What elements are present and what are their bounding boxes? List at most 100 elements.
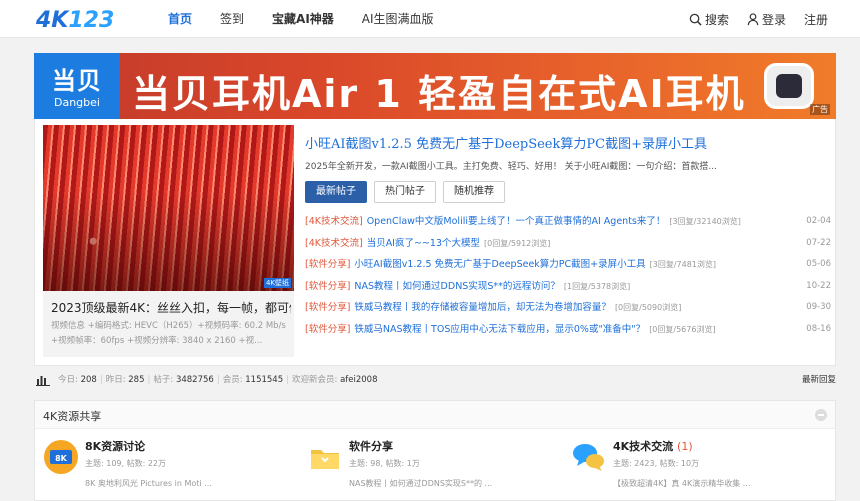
post-title[interactable]: 铁威马NAS教程丨TOS应用中心无法下载应用，显示0%或"准备中"？ bbox=[354, 324, 645, 335]
search-icon bbox=[689, 13, 702, 26]
stats-items: 今日: 208 | 昨日: 285 | 帖子: 3482756 | 会员: 1151545 |… bbox=[58, 375, 378, 385]
post-tabs: 最新帖子 热门帖子 随机推荐 bbox=[305, 181, 512, 203]
post-date: 08-16 bbox=[806, 323, 831, 334]
post-meta: [1回复/5378浏览] bbox=[563, 281, 631, 291]
header-actions: 搜索 登录 注册 bbox=[671, 0, 828, 38]
featured-tag: 4K壁纸 bbox=[263, 278, 291, 288]
forum-last-post[interactable]: NAS教程丨如何通过DDNS实现S**的 ... bbox=[349, 478, 492, 489]
post-date: 10-22 bbox=[806, 280, 831, 291]
forum-item-8k[interactable]: 8K 8K资源讨论 主题: 109, 帖数: 22万 8K 奥地利风光 Pict… bbox=[35, 435, 297, 495]
earbuds-case-icon bbox=[764, 63, 814, 109]
svg-text:8K: 8K bbox=[55, 454, 68, 463]
post-meta: [0回复/5912浏览] bbox=[484, 238, 551, 248]
post-meta: [0回复/5676浏览] bbox=[649, 324, 716, 334]
latest-reply-link[interactable]: 最新回复 bbox=[802, 371, 836, 389]
list-item: [软件分享] 铁威马教程丨我的存储被容量增加后，却无法为卷增加容量？ [0回复/50… bbox=[305, 297, 831, 319]
list-item: [软件分享] 铁威马NAS教程丨TOS应用中心无法下载应用，显示0%或"准备中"？… bbox=[305, 319, 831, 341]
post-date: 09-30 bbox=[806, 302, 831, 313]
forum-meta: 主题: 98, 帖数: 1万 bbox=[349, 459, 420, 468]
8k-badge-icon: 8K bbox=[44, 440, 78, 474]
newest-member-link[interactable]: afei2008 bbox=[340, 375, 377, 385]
user-icon bbox=[747, 12, 759, 25]
post-meta: [3回复/32140浏览] bbox=[669, 217, 741, 226]
stat-today: 208 bbox=[80, 375, 97, 385]
forum-meta: 主题: 109, 帖数: 22万 bbox=[85, 459, 167, 468]
stat-posts: 3482756 bbox=[175, 375, 214, 385]
post-title[interactable]: 铁威马教程丨我的存储被容量增加后，却无法为卷增加容量？ bbox=[354, 302, 611, 313]
post-category[interactable]: [4K技术交流] bbox=[305, 238, 363, 249]
register-label: 注册 bbox=[803, 12, 828, 27]
featured-card[interactable]: 4K壁纸 2023顶级最新4K：丝丝入扣，每一帧，都可做 视频信息 +编码格式:… bbox=[43, 125, 294, 357]
tab-hot[interactable]: 热门帖子 bbox=[374, 181, 436, 203]
nav-ai-image[interactable]: AI生图满血版 bbox=[362, 0, 434, 38]
forum-name[interactable]: 4K技术交流 (1) bbox=[613, 438, 693, 454]
forum-item-4k-tech[interactable]: 4K技术交流 (1) 主题: 2423, 帖数: 10万 【极致超清4K】真 4… bbox=[563, 435, 825, 495]
nav-home[interactable]: 首页 bbox=[168, 0, 192, 38]
stat-members-label: 会员: bbox=[222, 375, 243, 385]
featured-desc: 视频信息 +编码格式: HEVC（H265）+视频码率: 60.2 Mb/s +… bbox=[51, 321, 286, 346]
post-category[interactable]: [软件分享] bbox=[305, 281, 350, 292]
featured-image[interactable]: 4K壁纸 bbox=[43, 125, 294, 291]
top-header: 4K123 首页 签到 宝藏AI神器 AI生图满血版 搜索 登录 注册 bbox=[0, 0, 860, 38]
list-item: [4K技术交流] OpenClaw中文版Molili要上线了！一个真正做事情的AI… bbox=[305, 211, 831, 233]
banner-title: 当贝耳机Air 1 轻盈自在式AI耳机 bbox=[132, 72, 746, 116]
tab-latest[interactable]: 最新帖子 bbox=[305, 181, 367, 203]
section-title[interactable]: 4K资源共享 bbox=[43, 408, 101, 424]
forum-stats: 今日: 208 | 昨日: 285 | 帖子: 3482756 | 会员: 1151545 |… bbox=[34, 371, 836, 389]
stat-posts-label: 帖子: bbox=[153, 375, 174, 385]
register-link[interactable]: 注册 bbox=[804, 11, 828, 28]
forum-item-software[interactable]: 软件分享 主题: 98, 帖数: 1万 NAS教程丨如何通过DDNS实现S**的… bbox=[299, 435, 561, 495]
nav-checkin[interactable]: 签到 bbox=[220, 0, 244, 38]
headline-desc: 2025年全新开发，一款AI截图小工具。主打免费、轻巧、好用！ 关于小旺AI截图… bbox=[305, 162, 717, 172]
list-item: [软件分享] NAS教程丨如何通过DDNS实现S**的远程访问？ [1回复/5378… bbox=[305, 276, 831, 298]
brand-logo: 当贝 Dangbei bbox=[34, 53, 120, 119]
forum-name[interactable]: 8K资源讨论 bbox=[85, 438, 145, 454]
post-title[interactable]: NAS教程丨如何通过DDNS实现S**的远程访问？ bbox=[354, 281, 559, 292]
stat-members: 1151545 bbox=[245, 375, 284, 385]
headline-title[interactable]: 小旺AI截图v1.2.5 免费无广基于DeepSeek算力PC截图+录屏小工具 bbox=[305, 133, 707, 152]
bar-chart-icon bbox=[36, 376, 50, 386]
ad-label: 广告 bbox=[810, 104, 830, 115]
search-link[interactable]: 搜索 bbox=[689, 11, 729, 28]
collapse-icon[interactable] bbox=[815, 409, 827, 421]
post-meta: [3回复/7481浏览] bbox=[649, 260, 717, 270]
brand-cn: 当贝 bbox=[52, 67, 102, 95]
post-category[interactable]: [4K技术交流] bbox=[305, 216, 363, 227]
forum-last-post[interactable]: 8K 奥地利风光 Pictures in Moti ... bbox=[85, 478, 212, 489]
resource-section: 4K资源共享 8K 8K资源讨论 主题: 109, 帖数: 22万 8K 奥地利… bbox=[34, 400, 836, 501]
list-item: [软件分享] 小旺AI截图v1.2.5 免费无广基于DeepSeek算力PC截图+… bbox=[305, 254, 831, 276]
forum-last-post[interactable]: 【极致超清4K】真 4K演示精华收集 ... bbox=[613, 478, 750, 489]
post-title[interactable]: 小旺AI截图v1.2.5 免费无广基于DeepSeek算力PC截图+录屏小工具 bbox=[354, 259, 645, 270]
list-item: [4K技术交流] 当贝AI疯了~~13个大模型 [0回复/5912浏览] 07-22 bbox=[305, 233, 831, 255]
post-meta: [0回复/5090浏览] bbox=[614, 303, 682, 313]
content-panel: 4K壁纸 2023顶级最新4K：丝丝入扣，每一帧，都可做 视频信息 +编码格式:… bbox=[34, 119, 836, 366]
folder-icon bbox=[311, 450, 339, 469]
post-title[interactable]: OpenClaw中文版Molili要上线了！一个真正做事情的AI Agents来… bbox=[367, 216, 666, 227]
stat-welcome-label: 欢迎新会员: bbox=[292, 375, 338, 385]
post-list: [4K技术交流] OpenClaw中文版Molili要上线了！一个真正做事情的AI… bbox=[305, 211, 831, 341]
post-category[interactable]: [软件分享] bbox=[305, 324, 350, 335]
post-category[interactable]: [软件分享] bbox=[305, 302, 350, 313]
login-link[interactable]: 登录 bbox=[747, 11, 786, 28]
post-category[interactable]: [软件分享] bbox=[305, 259, 350, 270]
tab-random[interactable]: 随机推荐 bbox=[443, 181, 505, 203]
ad-banner[interactable]: 当贝 Dangbei 当贝耳机Air 1 轻盈自在式AI耳机 广告 bbox=[34, 53, 836, 119]
site-logo[interactable]: 4K123 bbox=[36, 8, 114, 33]
main-nav: 首页 签到 宝藏AI神器 AI生图满血版 bbox=[168, 0, 462, 38]
chat-bubbles-icon bbox=[573, 444, 604, 471]
forum-name[interactable]: 软件分享 bbox=[349, 438, 393, 454]
login-label: 登录 bbox=[761, 12, 786, 27]
post-date: 02-04 bbox=[806, 216, 831, 226]
stat-yesterday: 285 bbox=[128, 375, 145, 385]
nav-ai-tools[interactable]: 宝藏AI神器 bbox=[272, 0, 334, 38]
stat-today-label: 今日: bbox=[58, 375, 78, 385]
post-title[interactable]: 当贝AI疯了~~13个大模型 bbox=[367, 238, 480, 249]
brand-en: Dangbei bbox=[54, 96, 100, 109]
forum-meta: 主题: 2423, 帖数: 10万 bbox=[613, 459, 700, 468]
search-label: 搜索 bbox=[704, 12, 729, 27]
post-date: 05-06 bbox=[806, 259, 831, 270]
post-date: 07-22 bbox=[806, 237, 831, 248]
section-header: 4K资源共享 bbox=[35, 401, 835, 429]
featured-title[interactable]: 2023顶级最新4K：丝丝入扣，每一帧，都可做 bbox=[51, 299, 291, 316]
stat-yesterday-label: 昨日: bbox=[105, 375, 126, 385]
